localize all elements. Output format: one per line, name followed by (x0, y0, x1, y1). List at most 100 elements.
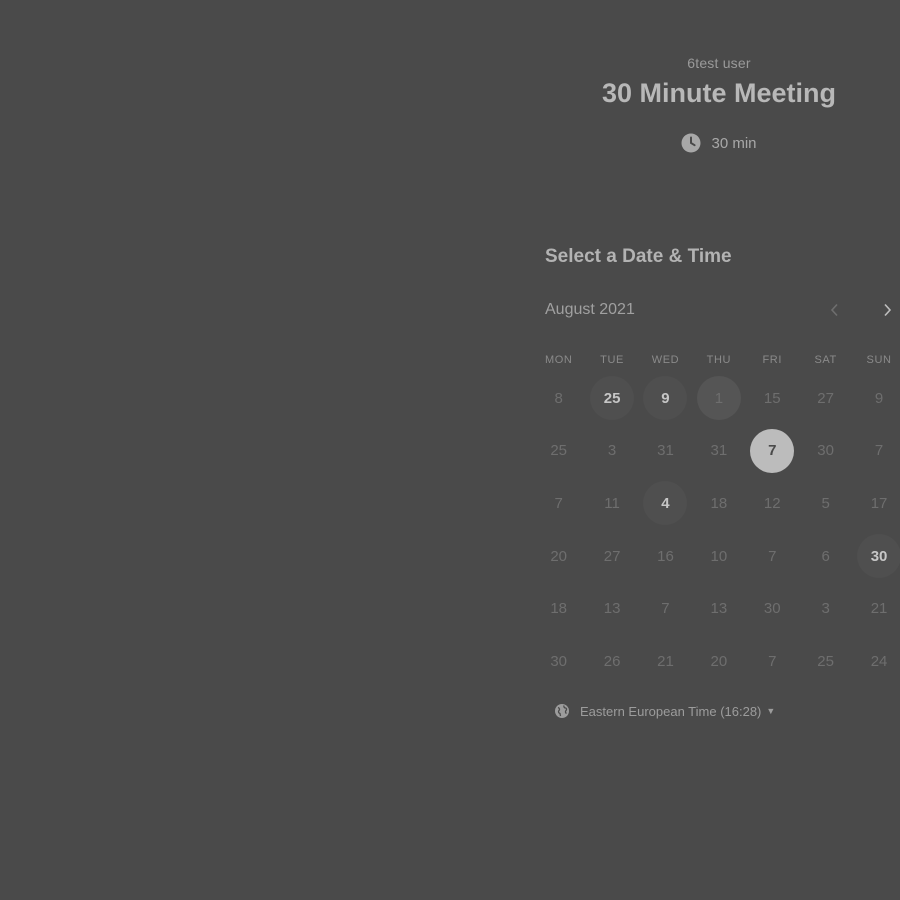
calendar-day-cell: 7 (746, 428, 799, 473)
calendar-day: 5 (821, 494, 830, 512)
calendar-day: 13 (710, 600, 728, 618)
calendar-day-cell: 31 (692, 429, 745, 473)
calendar-day-cell: 7 (746, 639, 799, 683)
calendar-day-cell: 8 (532, 376, 585, 420)
calendar-day: 1 (696, 376, 741, 421)
calendar-day: 7 (661, 600, 670, 618)
calendar-day: 6 (821, 547, 830, 565)
calendar-day: 31 (710, 442, 728, 460)
calendar-day-cell: 27 (585, 534, 638, 578)
calendar-day: 21 (657, 652, 674, 670)
calendar-day-cell: 9 (852, 376, 900, 420)
calendar-week-row: 25 3 31 31 7 30 7 (532, 425, 900, 478)
calendar-day-cell: 25 (585, 376, 638, 421)
calendar-week-row: 18 13 7 13 30 3 21 (532, 582, 900, 635)
organizer-name: 6test user (687, 55, 751, 71)
calendar-day-cell: 31 (639, 429, 692, 473)
calendar-day-selected[interactable]: 7 (750, 428, 795, 473)
calendar-day: 25 (817, 652, 834, 670)
calendar-day: 27 (817, 389, 834, 407)
calendar-day-cell: 12 (746, 481, 799, 525)
calendar-day-cell: 13 (692, 587, 745, 631)
calendar-week-row: 30 26 21 20 7 25 24 (532, 635, 900, 688)
calendar-day: 20 (550, 547, 568, 565)
next-month-button[interactable] (875, 300, 899, 324)
month-label: August 2021 (545, 301, 635, 318)
calendar-day-cell: 9 (639, 376, 692, 421)
calendar-day: 7 (874, 442, 884, 460)
calendar-day: 10 (710, 547, 728, 565)
weekday-mon: MON (544, 354, 573, 366)
calendar-weeks: 8 25 9 1 15 27 9 25 3 31 31 7 30 7 7 11 4 18 12 5 17 20 27 16 10… (532, 372, 900, 688)
calendar-day-cell: 24 (852, 639, 900, 683)
calendar-day-cell: 3 (799, 587, 852, 631)
calendar-day: 25 (550, 442, 568, 460)
calendar-day-cell: 7 (639, 587, 692, 631)
calendar-day: 20 (710, 652, 728, 670)
month-navigation: August 2021 (545, 300, 900, 324)
calendar-week-row: 7 11 4 18 12 5 17 (532, 477, 900, 530)
calendar-day: 27 (603, 547, 621, 565)
clock-icon (681, 133, 701, 153)
calendar-day: 3 (821, 600, 830, 618)
calendar-day-cell: 20 (532, 534, 585, 578)
calendar-day-cell: 7 (746, 534, 799, 578)
calendar-day: 26 (603, 652, 621, 670)
calendar-day-cell: 26 (585, 639, 638, 683)
calendar-day: 30 (550, 652, 568, 670)
previous-month-button[interactable] (823, 300, 847, 324)
chevron-left-icon (830, 303, 840, 322)
calendar-day: 9 (874, 389, 884, 407)
weekday-sun: SUN (866, 354, 892, 366)
chevron-right-icon (882, 303, 892, 322)
calendar-day-cell: 3 (585, 429, 638, 473)
calendar-grid: MON TUE WED THU FRI SAT SUN 8 25 9 1 15 27 9 25… (532, 348, 900, 688)
calendar-day: 31 (657, 442, 674, 460)
calendar-day-cell: 21 (852, 587, 900, 631)
calendar-day: 11 (604, 494, 620, 512)
scheduling-page: 6test user 30 Minute Meeting 30 min Sele… (0, 0, 900, 900)
calendar-day-cell: 6 (799, 534, 852, 578)
calendar-day: 17 (870, 494, 888, 512)
calendar-day: 7 (768, 652, 777, 670)
calendar-day-cell: 7 (852, 429, 900, 473)
calendar-day[interactable]: 9 (643, 376, 688, 421)
timezone-selector[interactable]: Eastern European Time (16:28) ▼ (554, 703, 775, 719)
event-duration: 30 min (530, 133, 900, 153)
calendar-day: 30 (763, 600, 781, 618)
calendar-day-cell: 27 (799, 376, 852, 420)
weekday-thu: THU (706, 354, 732, 366)
calendar-day: 7 (768, 547, 777, 565)
calendar-day[interactable]: 25 (590, 376, 635, 421)
calendar-day-cell: 17 (852, 481, 900, 525)
calendar-day: 18 (550, 600, 568, 618)
calendar-day[interactable]: 4 (643, 481, 688, 526)
calendar-day-cell: 1 (692, 376, 745, 421)
calendar-day: 3 (607, 442, 617, 460)
event-title: 30 Minute Meeting (601, 78, 837, 108)
weekday-header: MON TUE WED THU FRI SAT SUN (532, 348, 900, 372)
section-title: Select a Date & Time (545, 246, 732, 267)
calendar-day: 13 (603, 600, 621, 618)
calendar-day[interactable]: 30 (857, 534, 900, 579)
calendar-day-cell: 25 (532, 429, 585, 473)
calendar-day-cell: 25 (799, 639, 852, 683)
calendar-day-cell: 7 (532, 481, 585, 525)
caret-down-icon: ▼ (766, 706, 776, 716)
calendar-day-cell: 15 (746, 376, 799, 420)
calendar-week-row: 8 25 9 1 15 27 9 (532, 372, 900, 425)
scheduling-panel: 6test user 30 Minute Meeting 30 min Sele… (530, 0, 900, 900)
calendar-day-cell: 20 (692, 639, 745, 683)
globe-icon (554, 703, 570, 719)
calendar-day-cell: 5 (799, 481, 852, 525)
calendar-day-cell: 18 (692, 481, 745, 525)
calendar-day: 21 (870, 600, 888, 618)
calendar-day-cell: 16 (639, 534, 692, 578)
duration-label: 30 min (711, 134, 757, 152)
calendar-day: 30 (817, 442, 834, 460)
weekday-sat: SAT (814, 354, 837, 366)
timezone-label: Eastern European Time (16:28) (580, 703, 762, 719)
calendar-day-cell: 30 (852, 534, 900, 579)
calendar-day-cell: 30 (799, 429, 852, 473)
calendar-day: 15 (763, 389, 781, 407)
